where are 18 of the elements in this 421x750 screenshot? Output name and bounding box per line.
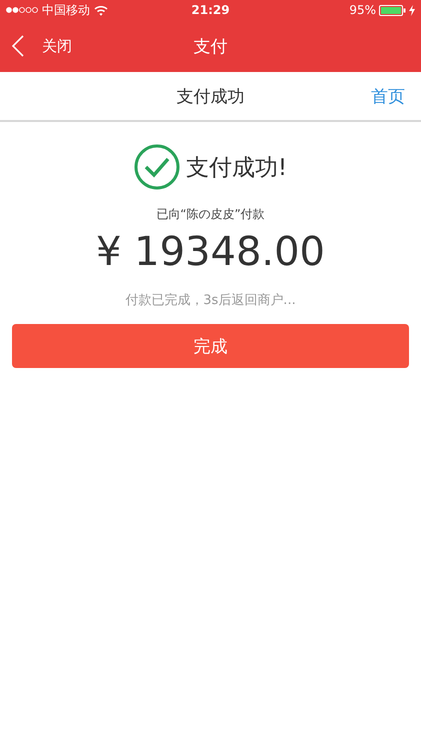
signal-icon — [6, 7, 38, 13]
payee-text: 已向“陈の皮皮”付款 — [156, 206, 265, 223]
carrier-name: 中国移动 — [42, 2, 90, 18]
success-check-icon — [134, 144, 180, 190]
done-button[interactable]: 完成 — [12, 324, 409, 368]
nav-title: 支付 — [194, 36, 228, 58]
battery-icon — [379, 4, 406, 16]
home-link[interactable]: 首页 — [371, 84, 405, 108]
return-note: 付款已完成，3s后返回商户... — [125, 292, 296, 309]
amount-text: ¥ 19348.00 — [96, 229, 326, 275]
charging-icon — [409, 4, 415, 16]
battery-percent: 95% — [349, 3, 376, 17]
close-button[interactable]: 关闭 — [0, 34, 78, 58]
clock-time: 21:29 — [191, 3, 230, 17]
success-title: 支付成功! — [186, 154, 288, 182]
page-title: 支付成功 — [176, 86, 244, 108]
wifi-icon — [94, 4, 108, 16]
back-icon — [12, 35, 24, 57]
